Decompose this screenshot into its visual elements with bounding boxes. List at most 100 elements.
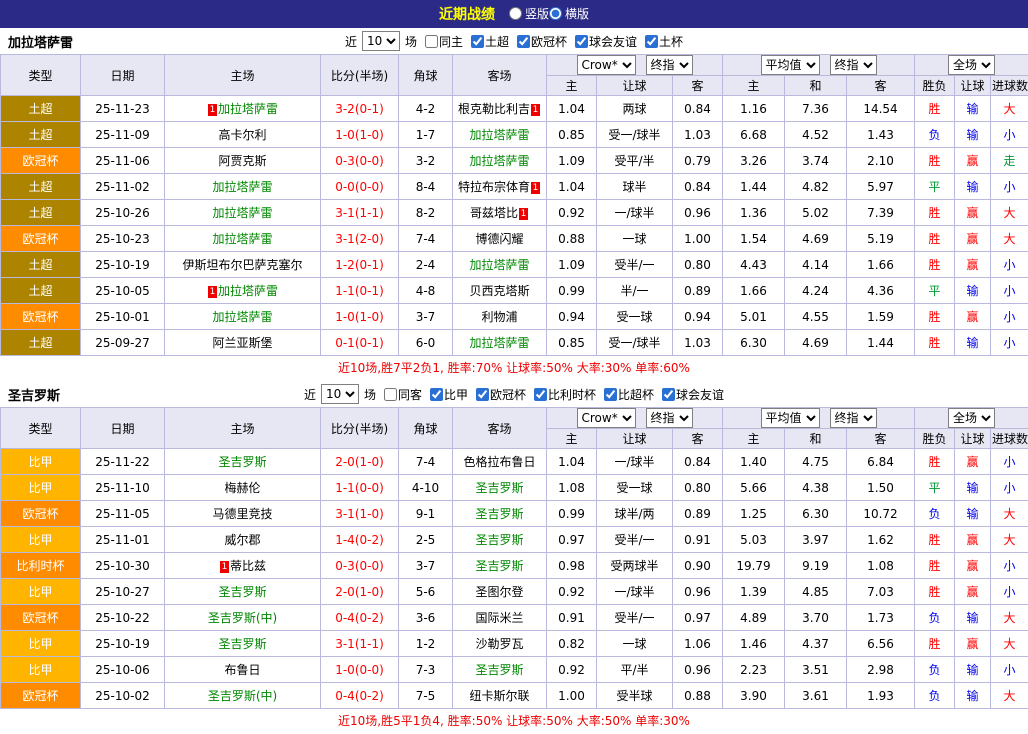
filter-checkbox[interactable]: 土超 [471, 33, 509, 50]
checkbox[interactable] [575, 35, 588, 48]
match-score[interactable]: 2-0(1-0) [321, 449, 399, 475]
checkbox[interactable] [645, 35, 658, 48]
scope-select[interactable]: 全场 [948, 55, 995, 75]
match-score[interactable]: 1-4(0-2) [321, 527, 399, 553]
layout-radio-selected[interactable] [549, 7, 562, 20]
match-count-select[interactable]: 10 [362, 31, 400, 51]
team-name-link[interactable]: 国际米兰 [475, 611, 523, 625]
team-name-link[interactable]: 加拉塔萨雷 [469, 128, 529, 142]
team-name-link[interactable]: 阿兰亚斯堡 [212, 336, 272, 350]
match-score[interactable]: 3-1(1-1) [321, 200, 399, 226]
team-name-link[interactable]: 阿贾克斯 [218, 154, 266, 168]
checkbox[interactable] [425, 35, 438, 48]
average-odds-select[interactable]: 平均值 [761, 408, 820, 428]
checkbox[interactable] [476, 388, 489, 401]
checkbox[interactable] [471, 35, 484, 48]
match-score[interactable]: 0-0(0-0) [321, 174, 399, 200]
team-name-link[interactable]: 伊斯坦布尔巴萨克塞尔 [182, 258, 302, 272]
filter-checkbox[interactable]: 比利时杯 [534, 386, 596, 403]
league-label[interactable]: 土超 [1, 174, 81, 200]
league-label[interactable]: 比甲 [1, 527, 81, 553]
league-label[interactable]: 比甲 [1, 657, 81, 683]
team-name-link[interactable]: 根克勒比利吉 [458, 102, 530, 116]
team-name-link[interactable]: 圣吉罗斯 [475, 663, 523, 677]
league-label[interactable]: 土超 [1, 96, 81, 122]
match-score[interactable]: 0-4(0-2) [321, 683, 399, 709]
team-name-link[interactable]: 加拉塔萨雷 [212, 310, 272, 324]
league-label[interactable]: 土超 [1, 330, 81, 356]
layout-option[interactable]: 横版 [549, 5, 589, 22]
match-score[interactable]: 1-0(1-0) [321, 304, 399, 330]
team-name-link[interactable]: 沙勒罗瓦 [475, 637, 523, 651]
team-name-link[interactable]: 加拉塔萨雷 [212, 232, 272, 246]
team-name-link[interactable]: 马德里竞技 [212, 507, 272, 521]
team-name-link[interactable]: 圣吉罗斯(中) [208, 689, 277, 703]
league-label[interactable]: 欧冠杯 [1, 683, 81, 709]
bookmaker-select[interactable]: Crow* [577, 408, 636, 428]
team-name-link[interactable]: 加拉塔萨雷 [218, 284, 278, 298]
match-score[interactable]: 2-0(1-0) [321, 579, 399, 605]
league-label[interactable]: 土超 [1, 252, 81, 278]
match-score[interactable]: 0-4(0-2) [321, 605, 399, 631]
team-name-link[interactable]: 加拉塔萨雷 [469, 154, 529, 168]
team-name-link[interactable]: 加拉塔萨雷 [212, 206, 272, 220]
team-name-link[interactable]: 特拉布宗体育 [458, 180, 530, 194]
team-name-link[interactable]: 圣吉罗斯 [475, 481, 523, 495]
league-label[interactable]: 欧冠杯 [1, 148, 81, 174]
match-score[interactable]: 0-3(0-0) [321, 148, 399, 174]
team-name-link[interactable]: 蒂比兹 [230, 559, 266, 573]
checkbox[interactable] [384, 388, 397, 401]
league-label[interactable]: 比甲 [1, 475, 81, 501]
league-label[interactable]: 土超 [1, 278, 81, 304]
match-score[interactable]: 0-3(0-0) [321, 553, 399, 579]
team-name-link[interactable]: 圣吉罗斯 [218, 455, 266, 469]
match-score[interactable]: 3-1(2-0) [321, 226, 399, 252]
filter-checkbox[interactable]: 欧冠杯 [476, 386, 526, 403]
team-name-link[interactable]: 圣吉罗斯 [475, 559, 523, 573]
team-name-link[interactable]: 高卡尔利 [218, 128, 266, 142]
team-name-link[interactable]: 圣图尔登 [475, 585, 523, 599]
match-score[interactable]: 1-1(0-0) [321, 475, 399, 501]
checkbox[interactable] [517, 35, 530, 48]
league-label[interactable]: 比甲 [1, 449, 81, 475]
filter-checkbox[interactable]: 土杯 [645, 33, 683, 50]
team-name-link[interactable]: 贝西克塔斯 [469, 284, 529, 298]
match-score[interactable]: 3-1(1-0) [321, 501, 399, 527]
team-name-link[interactable]: 威尔郡 [224, 533, 260, 547]
match-count-select[interactable]: 10 [321, 384, 359, 404]
league-label[interactable]: 比甲 [1, 631, 81, 657]
team-name-link[interactable]: 加拉塔萨雷 [218, 102, 278, 116]
checkbox[interactable] [534, 388, 547, 401]
team-name-link[interactable]: 圣吉罗斯 [475, 507, 523, 521]
layout-radio[interactable] [509, 7, 522, 20]
match-score[interactable]: 3-1(1-1) [321, 631, 399, 657]
league-label[interactable]: 土超 [1, 200, 81, 226]
checkbox[interactable] [604, 388, 617, 401]
team-name-link[interactable]: 圣吉罗斯(中) [208, 611, 277, 625]
team-name-link[interactable]: 博德闪耀 [475, 232, 523, 246]
team-name-link[interactable]: 色格拉布鲁日 [463, 455, 535, 469]
team-name-link[interactable]: 哥兹塔比 [470, 206, 518, 220]
team-name-link[interactable]: 利物浦 [481, 310, 517, 324]
filter-checkbox[interactable]: 同主 [425, 33, 463, 50]
league-label[interactable]: 欧冠杯 [1, 226, 81, 252]
final-odds-select[interactable]: 终指 [646, 55, 693, 75]
league-label[interactable]: 比甲 [1, 579, 81, 605]
team-name-link[interactable]: 圣吉罗斯 [475, 533, 523, 547]
filter-checkbox[interactable]: 球会友谊 [662, 386, 724, 403]
filter-checkbox[interactable]: 比甲 [430, 386, 468, 403]
league-label[interactable]: 欧冠杯 [1, 605, 81, 631]
match-score[interactable]: 0-1(0-1) [321, 330, 399, 356]
league-label[interactable]: 欧冠杯 [1, 501, 81, 527]
team-name-link[interactable]: 加拉塔萨雷 [469, 258, 529, 272]
final-odds-select[interactable]: 终指 [830, 55, 877, 75]
team-name-link[interactable]: 加拉塔萨雷 [212, 180, 272, 194]
team-name-link[interactable]: 布鲁日 [224, 663, 260, 677]
final-odds-select[interactable]: 终指 [646, 408, 693, 428]
bookmaker-select[interactable]: Crow* [577, 55, 636, 75]
match-score[interactable]: 1-0(1-0) [321, 122, 399, 148]
scope-select[interactable]: 全场 [948, 408, 995, 428]
team-name-link[interactable]: 纽卡斯尔联 [469, 689, 529, 703]
average-odds-select[interactable]: 平均值 [761, 55, 820, 75]
match-score[interactable]: 1-2(0-1) [321, 252, 399, 278]
